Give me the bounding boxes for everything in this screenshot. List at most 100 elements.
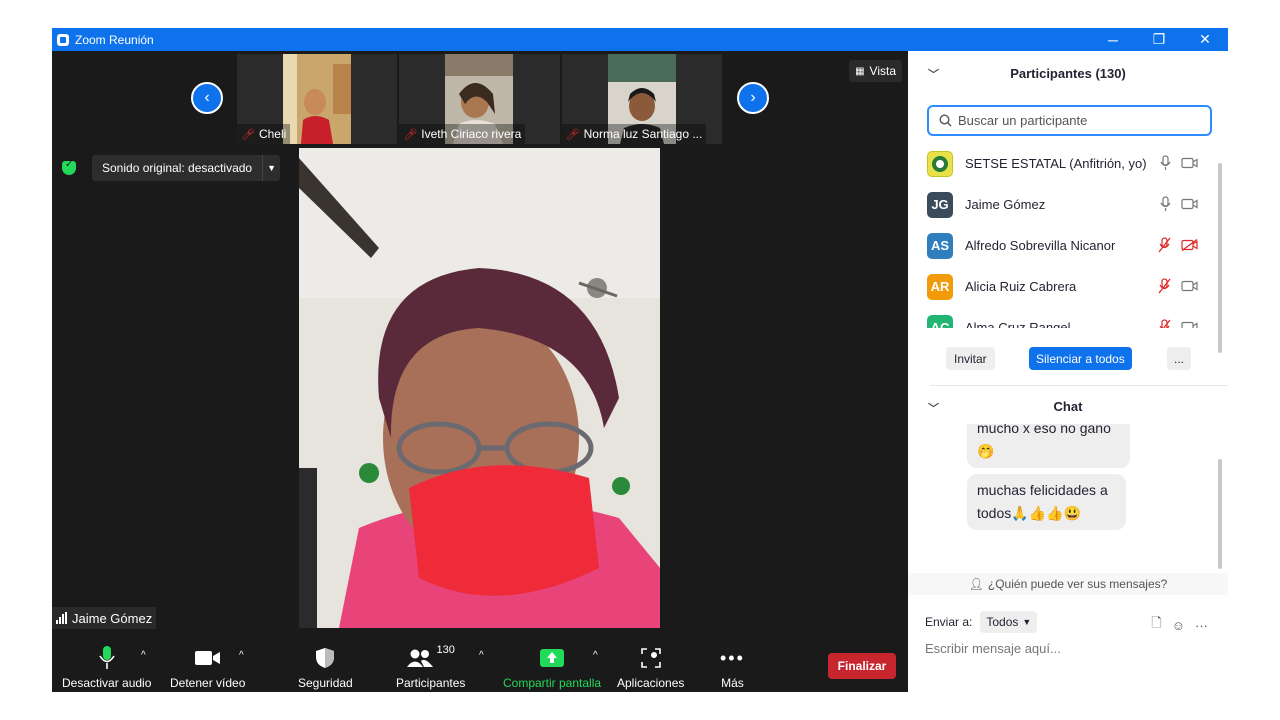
participant-search-input[interactable]: Buscar un participante <box>927 105 1212 136</box>
more-button[interactable]: ••• Más <box>720 644 745 691</box>
avatar: JG <box>927 191 953 218</box>
zoom-logo-icon <box>57 33 69 46</box>
participant-row[interactable]: AS Alfredo Sobrevilla Nicanor <box>908 225 1228 266</box>
participants-button[interactable]: 130 Participantes <box>396 644 465 690</box>
next-page-button[interactable]: › <box>737 82 769 114</box>
mic-muted-icon: 🎤︎ <box>403 128 418 141</box>
participants-header: ﹀ Participantes (130) <box>928 65 1126 82</box>
participant-thumbnail[interactable]: 🎤︎ Iveth Ciriaco rivera <box>399 54 560 144</box>
minimize-button[interactable]: ─ <box>1090 28 1136 51</box>
mute-audio-button[interactable]: Desactivar audio <box>62 644 151 690</box>
chevron-down-icon: ▼ <box>1022 617 1032 627</box>
end-meeting-button[interactable]: Finalizar <box>828 653 896 679</box>
apps-icon <box>640 644 661 672</box>
mute-all-button[interactable]: Silenciar a todos <box>1029 347 1132 370</box>
avatar: AS <box>927 232 953 259</box>
participant-row[interactable]: AR Alicia Ruiz Cabrera <box>908 266 1228 307</box>
participants-options-chevron-icon[interactable]: ^ <box>479 650 484 661</box>
more-options-button[interactable]: ... <box>1167 347 1191 370</box>
participant-list: SETSE ESTATAL (Anfitrión, yo) JG Jaime G… <box>908 143 1228 328</box>
mic-muted-icon[interactable] <box>1158 319 1171 328</box>
collapse-chevron-icon[interactable]: ﹀ <box>928 66 939 82</box>
video-muted-icon[interactable] <box>1181 239 1198 251</box>
emoji-icon[interactable]: ☺ <box>1172 618 1185 633</box>
grid-icon: ▦ <box>855 65 865 77</box>
send-to-select[interactable]: Todos ▼ <box>980 611 1038 633</box>
collapse-chevron-icon[interactable]: ﹀ <box>928 400 939 416</box>
meeting-toolbar: Desactivar audio ^ Detener vídeo ^ Segur… <box>52 638 908 692</box>
participant-actions: Invitar Silenciar a todos ... <box>908 347 1228 373</box>
stop-video-button[interactable]: Detener vídeo <box>170 644 245 690</box>
chat-scrollbar[interactable] <box>1218 459 1222 569</box>
participant-video <box>283 54 351 144</box>
video-camera-icon <box>194 644 221 672</box>
speaker-video-frame <box>299 148 660 628</box>
search-icon <box>939 114 952 127</box>
chat-messages: mucho x eso no gano 🤭 muchas felicidades… <box>908 424 1228 570</box>
window-title: Zoom Reunión <box>75 32 154 47</box>
participant-thumbnail[interactable]: 🎤︎ Cheli <box>237 54 398 144</box>
chat-message-input[interactable] <box>925 641 1215 656</box>
security-shield-icon <box>315 644 335 672</box>
video-options-chevron-icon[interactable]: ^ <box>239 650 244 661</box>
more-dots-icon: ••• <box>720 647 745 668</box>
chevron-down-icon[interactable]: ▼ <box>262 155 280 181</box>
video-camera-icon[interactable] <box>1181 198 1198 210</box>
participant-list-scrollbar[interactable] <box>1218 163 1222 353</box>
share-screen-icon <box>540 644 565 672</box>
thumbnail-name: 🎤︎ Norma luz Santiago ... <box>561 124 707 144</box>
encryption-shield-icon[interactable] <box>62 159 76 175</box>
mic-muted-icon: 🎤︎ <box>241 128 255 141</box>
main-speaker-video <box>299 148 660 628</box>
video-camera-icon[interactable] <box>1181 321 1198 328</box>
chat-tools: 🗋 ☺ ··· <box>1151 614 1208 636</box>
share-options-chevron-icon[interactable]: ^ <box>593 650 598 661</box>
file-icon[interactable]: 🗋 <box>1151 614 1161 636</box>
mic-muted-icon: 🎤︎ <box>565 128 580 141</box>
participant-row[interactable]: SETSE ESTATAL (Anfitrión, yo) <box>908 143 1228 184</box>
window-controls: ─ ❐ ✕ <box>1090 28 1228 51</box>
host-logo-avatar <box>927 150 953 177</box>
who-can-see-messages-link[interactable]: 👤︎ ¿Quién puede ver sus mensajes? <box>908 573 1228 595</box>
close-button[interactable]: ✕ <box>1182 28 1228 51</box>
original-sound-control: Sonido original: desactivado ▼ <box>62 155 281 181</box>
thumbnail-strip: 🎤︎ Cheli 🎤︎ Iveth Ciriaco rivera 🎤︎ Norm… <box>237 54 724 144</box>
invite-button[interactable]: Invitar <box>946 347 995 370</box>
side-panel: ﹀ Participantes (130) Buscar un particip… <box>908 51 1228 692</box>
more-dots-icon[interactable]: ··· <box>1195 618 1208 633</box>
security-button[interactable]: Seguridad <box>298 644 353 690</box>
chat-message: mucho x eso no gano 🤭 <box>967 424 1130 468</box>
restore-button[interactable]: ❐ <box>1136 28 1182 51</box>
send-to-row: Enviar a: Todos ▼ <box>925 611 1038 633</box>
participants-count: 130 <box>436 644 455 656</box>
participants-icon: 130 <box>406 644 455 672</box>
video-stage: ‹ 🎤︎ Cheli 🎤︎ Iveth Ciriaco rivera 🎤︎ No… <box>52 51 908 638</box>
video-camera-icon[interactable] <box>1181 280 1198 292</box>
microphone-icon <box>99 644 115 672</box>
microphone-icon[interactable] <box>1160 196 1171 212</box>
participant-row[interactable]: AC Alma Cruz Rangel <box>908 307 1228 328</box>
avatar: AR <box>927 273 953 300</box>
participant-thumbnail[interactable]: 🎤︎ Norma luz Santiago ... <box>561 54 722 144</box>
share-screen-button[interactable]: Compartir pantalla <box>503 644 601 690</box>
panel-divider <box>930 385 1228 386</box>
mic-muted-icon[interactable] <box>1158 278 1171 294</box>
view-button[interactable]: ▦ Vista <box>849 60 902 82</box>
thumbnail-name: 🎤︎ Iveth Ciriaco rivera <box>399 124 526 144</box>
chat-message: muchas felicidades a todos🙏👍👍😃 <box>967 474 1126 530</box>
zoom-window: Zoom Reunión ─ ❐ ✕ ‹ 🎤︎ Cheli 🎤︎ Iveth C… <box>52 28 1228 692</box>
chat-header: ﹀ Chat <box>928 398 1083 416</box>
previous-page-button[interactable]: ‹ <box>191 82 223 114</box>
mic-muted-icon[interactable] <box>1158 237 1171 253</box>
original-sound-toggle[interactable]: Sonido original: desactivado ▼ <box>92 155 281 181</box>
signal-strength-icon <box>56 612 67 624</box>
active-speaker-label: Jaime Gómez <box>52 607 157 629</box>
title-bar: Zoom Reunión ─ ❐ ✕ <box>52 28 1228 51</box>
apps-button[interactable]: Aplicaciones <box>617 644 684 690</box>
person-icon: 👤︎ <box>968 577 984 591</box>
video-camera-icon[interactable] <box>1181 157 1198 169</box>
thumbnail-name: 🎤︎ Cheli <box>237 124 291 144</box>
participant-row[interactable]: JG Jaime Gómez <box>908 184 1228 225</box>
microphone-icon[interactable] <box>1160 155 1171 171</box>
audio-options-chevron-icon[interactable]: ^ <box>141 650 146 661</box>
